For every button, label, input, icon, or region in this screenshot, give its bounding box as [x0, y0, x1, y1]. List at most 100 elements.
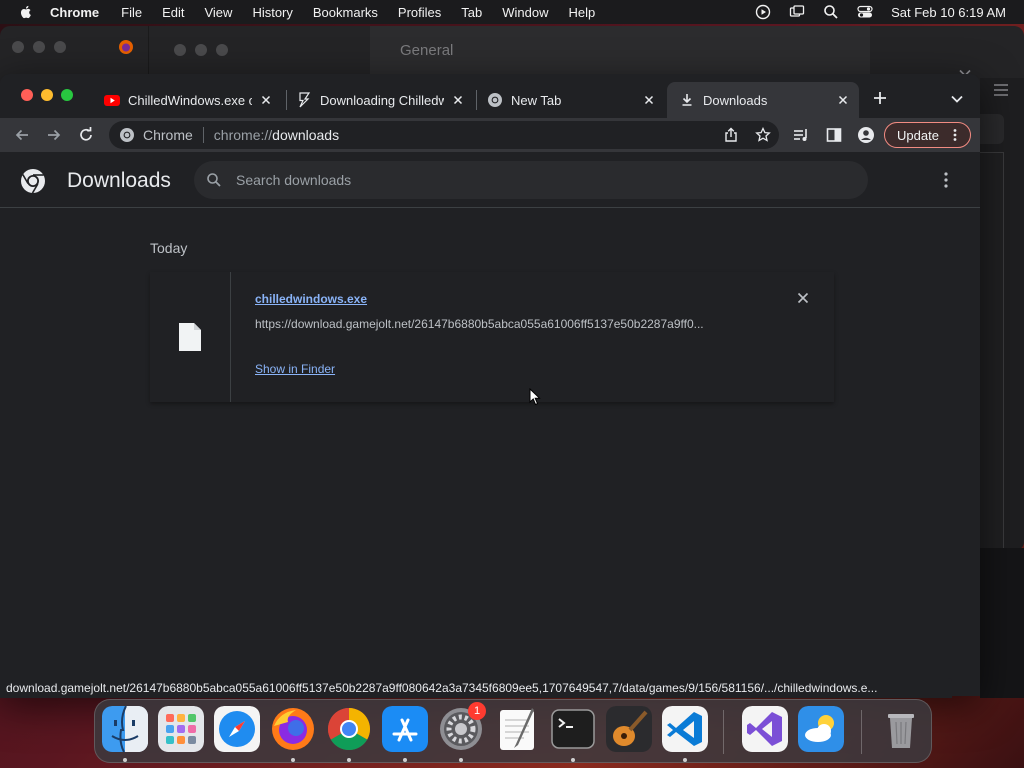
tab-title: Downloading Chilledw	[320, 92, 444, 108]
chrome-icon	[120, 128, 134, 142]
browser-toolbar: Chrome chrome:// downloads Update	[0, 118, 980, 152]
desktop-area	[980, 548, 1024, 698]
search-icon	[207, 173, 221, 187]
youtube-icon	[104, 95, 120, 106]
download-source-url: https://download.gamejolt.net/26147b6880…	[255, 317, 704, 331]
reload-icon[interactable]	[77, 126, 95, 144]
running-indicator	[123, 758, 127, 762]
bookmark-star-icon[interactable]	[755, 127, 771, 143]
url-scheme: chrome://	[213, 127, 273, 143]
remove-download-close-icon[interactable]	[797, 292, 809, 304]
finder-icon[interactable]	[102, 706, 148, 752]
running-indicator	[459, 758, 463, 762]
downloads-search-box[interactable]	[194, 161, 868, 199]
terminal-icon[interactable]	[550, 706, 596, 752]
update-button-label: Update	[897, 127, 939, 143]
background-window-title: General	[400, 42, 454, 59]
background-window-edge	[980, 78, 1024, 622]
download-icon	[682, 94, 692, 106]
close-tab-icon[interactable]	[450, 92, 466, 108]
url-host: downloads	[272, 127, 340, 143]
share-icon[interactable]	[723, 127, 739, 143]
google-chrome-icon[interactable]	[326, 706, 372, 752]
menu-tab[interactable]: Tab	[461, 5, 482, 20]
background-window-secondary-lights	[174, 44, 237, 56]
close-tab-icon[interactable]	[641, 92, 657, 108]
running-indicator	[683, 758, 687, 762]
menu-file[interactable]: File	[121, 5, 142, 20]
visual-studio-icon[interactable]	[742, 706, 788, 752]
close-tab-icon[interactable]	[258, 92, 274, 108]
menu-bookmarks[interactable]: Bookmarks	[313, 5, 378, 20]
zoom-window-button[interactable]	[61, 89, 73, 101]
omnibox-divider	[202, 127, 204, 143]
side-panel-icon[interactable]	[825, 126, 843, 144]
running-indicator	[571, 758, 575, 762]
chrome-logo-icon	[21, 169, 45, 194]
tab-gamejolt[interactable]: Downloading Chilledw	[284, 82, 474, 118]
spotlight-search-icon[interactable]	[823, 4, 839, 20]
chrome-icon	[488, 93, 502, 107]
page-title: Downloads	[67, 169, 171, 192]
mouse-cursor-icon	[529, 388, 541, 406]
screen-recording-icon[interactable]	[755, 4, 771, 20]
menu-history[interactable]: History	[252, 5, 292, 20]
downloads-header: Downloads	[0, 152, 980, 208]
chrome-window: ChilledWindows.exe o Downloading Chilled…	[0, 74, 980, 696]
system-settings-notification-badge: 1	[468, 702, 486, 720]
show-in-finder-link[interactable]: Show in Finder	[255, 362, 335, 376]
update-button[interactable]: Update	[884, 122, 971, 148]
screen-mirroring-icon[interactable]	[789, 4, 805, 20]
tab-new-tab[interactable]: New Tab	[475, 82, 665, 118]
firefox-window-icon	[119, 40, 133, 54]
weather-icon[interactable]	[798, 706, 844, 752]
menu-profiles[interactable]: Profiles	[398, 5, 441, 20]
menubar-status-area: Sat Feb 10 6:19 AM	[737, 0, 1006, 24]
visual-studio-code-icon[interactable]	[662, 706, 708, 752]
forward-arrow-icon[interactable]	[45, 126, 63, 144]
download-file-name-link[interactable]: chilledwindows.exe	[255, 292, 367, 306]
tab-downloads[interactable]: Downloads	[667, 82, 859, 118]
window-traffic-lights	[21, 89, 81, 101]
menubar-clock[interactable]: Sat Feb 10 6:19 AM	[891, 5, 1006, 20]
download-icon-column	[150, 272, 231, 402]
tab-title: ChilledWindows.exe o	[128, 92, 252, 108]
garageband-guitar-icon[interactable]	[606, 706, 652, 752]
tab-title: Downloads	[703, 92, 768, 108]
app-store-icon[interactable]	[382, 706, 428, 752]
back-arrow-icon[interactable]	[13, 126, 31, 144]
apple-menu-icon[interactable]	[18, 4, 34, 20]
more-options-icon[interactable]	[938, 171, 954, 189]
dock-separator	[723, 710, 724, 754]
menu-edit[interactable]: Edit	[162, 5, 184, 20]
control-center-icon[interactable]	[857, 4, 873, 20]
launchpad-icon[interactable]	[158, 706, 204, 752]
safari-icon[interactable]	[214, 706, 260, 752]
running-indicator	[347, 758, 351, 762]
tab-search-chevron-icon[interactable]	[950, 92, 964, 106]
site-chip-label: Chrome	[143, 127, 193, 143]
menu-app-name[interactable]: Chrome	[50, 5, 99, 20]
menu-view[interactable]: View	[204, 5, 232, 20]
download-item: chilledwindows.exe https://download.game…	[150, 272, 834, 402]
menu-window[interactable]: Window	[502, 5, 548, 20]
background-window-traffic-lights[interactable]	[12, 41, 75, 53]
running-indicator	[291, 758, 295, 762]
trash-icon[interactable]	[878, 706, 924, 752]
hamburger-menu-icon[interactable]	[994, 84, 1008, 96]
profile-avatar-icon[interactable]	[857, 126, 875, 144]
textedit-icon[interactable]	[494, 706, 540, 752]
address-bar[interactable]: Chrome chrome:// downloads	[109, 121, 779, 149]
media-queue-icon[interactable]	[792, 126, 810, 144]
search-input[interactable]	[236, 172, 836, 188]
tab-strip: ChilledWindows.exe o Downloading Chilled…	[0, 74, 980, 118]
tab-youtube[interactable]: ChilledWindows.exe o	[92, 82, 282, 118]
running-indicator	[403, 758, 407, 762]
close-window-button[interactable]	[21, 89, 33, 101]
dock-separator	[861, 710, 862, 754]
menu-help[interactable]: Help	[569, 5, 596, 20]
close-tab-icon[interactable]	[835, 92, 851, 108]
firefox-icon[interactable]	[270, 706, 316, 752]
minimize-window-button[interactable]	[41, 89, 53, 101]
new-tab-plus-icon[interactable]	[872, 90, 888, 106]
